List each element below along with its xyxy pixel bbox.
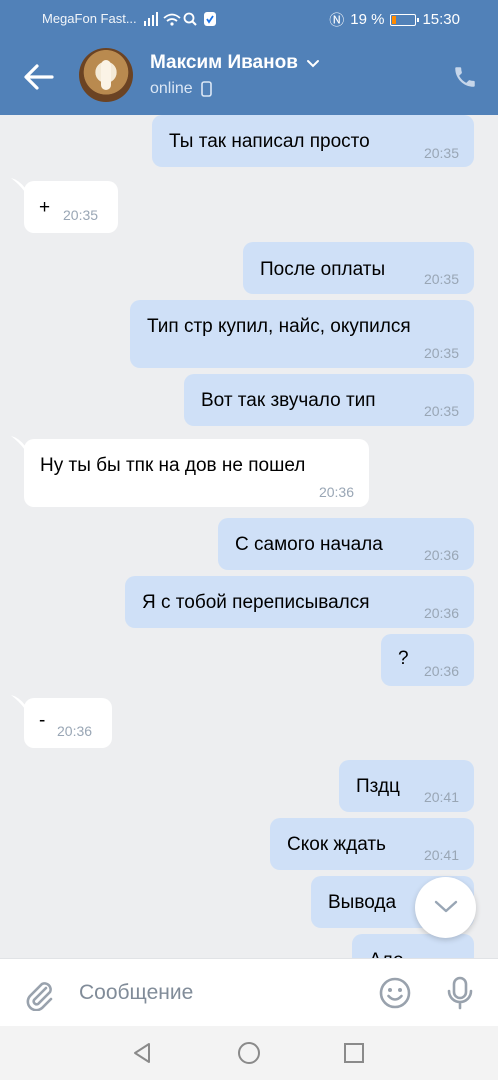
- clock: 15:30: [422, 11, 460, 28]
- message-time: 20:35: [423, 145, 459, 161]
- bubble-tail: [11, 695, 25, 709]
- message-time: 20:35: [423, 403, 459, 419]
- bubble-tail: [11, 436, 25, 450]
- battery-icon: [390, 13, 420, 26]
- message-bubble-outgoing[interactable]: Ало: [352, 934, 474, 958]
- nfc-icon: Ⓝ: [329, 12, 345, 29]
- chat-header: MegaFon Fast... Ⓝ 19 % 15:30 Максим Иван…: [0, 0, 498, 115]
- presence-label: online: [150, 80, 193, 97]
- message-text: После оплаты: [260, 259, 386, 280]
- status-bar: MegaFon Fast... Ⓝ 19 % 15:30: [0, 8, 498, 30]
- scroll-down-button[interactable]: [415, 877, 476, 938]
- message-bubble-incoming[interactable]: + 20:35: [24, 181, 118, 233]
- message-bubble-incoming[interactable]: - 20:36: [24, 698, 112, 748]
- message-bubble-outgoing[interactable]: Ты так написал просто 20:35: [152, 115, 474, 167]
- message-bubble-outgoing[interactable]: Скок ждать 20:41: [270, 818, 474, 870]
- message-composer: Сообщение: [0, 958, 498, 1026]
- carrier-label: MegaFon Fast...: [42, 11, 137, 26]
- mobile-icon: [200, 81, 212, 97]
- phone-icon[interactable]: [452, 64, 478, 90]
- message-time: 20:36: [318, 484, 354, 500]
- smile-icon[interactable]: [378, 976, 412, 1010]
- message-text: Я с тобой переписывался: [142, 592, 370, 613]
- message-time: 20:41: [423, 847, 459, 863]
- message-text: Пздц: [356, 776, 400, 797]
- message-text: Вот так звучало тип: [201, 390, 376, 411]
- message-bubble-outgoing[interactable]: Я с тобой переписывался 20:36: [125, 576, 474, 628]
- signal-wifi-icons: [144, 12, 216, 26]
- message-time: 20:35: [63, 207, 99, 223]
- message-bubble-outgoing[interactable]: ? 20:36: [381, 634, 474, 686]
- system-navigation-bar: [0, 1026, 498, 1080]
- message-bubble-outgoing[interactable]: Пздц 20:41: [339, 760, 474, 812]
- message-bubble-outgoing[interactable]: С самого начала 20:36: [218, 518, 474, 570]
- message-time: 20:41: [423, 789, 459, 805]
- message-text: С самого начала: [235, 534, 383, 555]
- battery-percent: 19 %: [350, 11, 385, 28]
- message-text: ?: [398, 648, 409, 669]
- message-bubble-outgoing[interactable]: Вот так звучало тип 20:35: [184, 374, 474, 426]
- message-text: Ну ты бы тпк на дов не пошел: [40, 455, 306, 476]
- nav-back-icon[interactable]: [131, 1041, 153, 1065]
- message-time: 20:35: [423, 345, 459, 361]
- presence-status: online: [150, 80, 212, 98]
- message-text: Вывода: [328, 892, 397, 913]
- message-text: Ало: [369, 950, 404, 958]
- message-input[interactable]: Сообщение: [79, 981, 193, 1005]
- message-text: +: [39, 197, 51, 218]
- message-text: Ты так написал просто: [169, 131, 370, 152]
- microphone-icon[interactable]: [446, 976, 474, 1010]
- nav-home-icon[interactable]: [237, 1041, 261, 1065]
- message-time: 20:36: [423, 605, 459, 621]
- chevron-down-icon: [434, 900, 458, 913]
- contact-name[interactable]: Максим Иванов: [150, 52, 320, 74]
- chevron-down-icon: [306, 60, 319, 68]
- message-bubble-outgoing[interactable]: После оплаты 20:35: [243, 242, 474, 294]
- message-text: -: [39, 710, 46, 731]
- bubble-tail: [11, 178, 25, 192]
- message-time: 20:36: [423, 663, 459, 679]
- message-time: 20:36: [57, 723, 93, 739]
- message-time: 20:35: [423, 271, 459, 287]
- contact-name-label: Максим Иванов: [150, 52, 298, 73]
- message-bubble-outgoing[interactable]: Тип стр купил, найс, окупился 20:35: [130, 300, 474, 368]
- message-list[interactable]: Ты так написал просто 20:35 + 20:35 Посл…: [0, 115, 498, 958]
- paperclip-icon[interactable]: [24, 979, 54, 1011]
- status-right: Ⓝ 19 % 15:30: [329, 9, 460, 30]
- arrow-left-icon[interactable]: [22, 62, 56, 92]
- message-text: Скок ждать: [287, 834, 386, 855]
- nav-recents-icon[interactable]: [343, 1041, 365, 1065]
- message-text: Тип стр купил, найс, окупился: [147, 316, 411, 337]
- message-time: 20:36: [423, 547, 459, 563]
- avatar[interactable]: [79, 48, 133, 102]
- message-bubble-incoming[interactable]: Ну ты бы тпк на дов не пошел 20:36: [24, 439, 369, 507]
